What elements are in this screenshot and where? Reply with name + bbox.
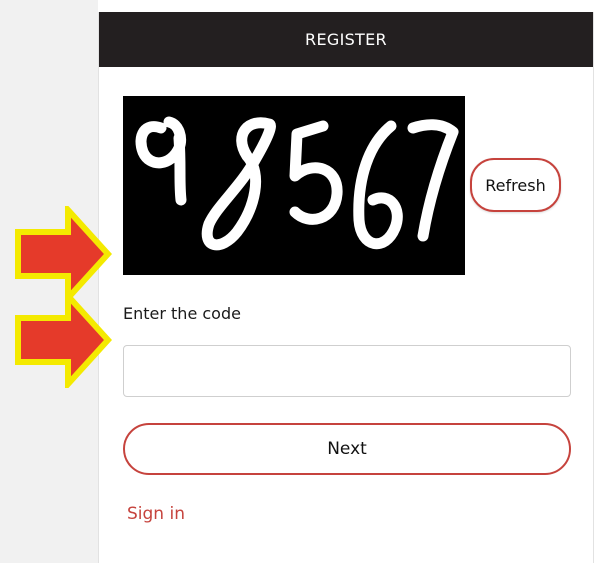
refresh-button[interactable]: Refresh — [470, 158, 561, 212]
code-input[interactable] — [123, 345, 571, 397]
header-title: REGISTER — [305, 30, 387, 49]
arrow-icon-code-field — [15, 292, 112, 388]
captcha-digits — [135, 116, 459, 251]
next-button-label: Next — [327, 439, 367, 459]
register-header: REGISTER — [99, 12, 593, 67]
register-panel: REGISTER Refresh Enter the code Next Sig… — [98, 12, 594, 563]
refresh-button-label: Refresh — [485, 175, 546, 195]
arrow-icon-captcha — [15, 206, 112, 302]
captcha-image — [123, 96, 465, 275]
sign-in-link[interactable]: Sign in — [127, 504, 185, 524]
next-button[interactable]: Next — [123, 423, 571, 475]
code-field-label: Enter the code — [123, 304, 241, 323]
